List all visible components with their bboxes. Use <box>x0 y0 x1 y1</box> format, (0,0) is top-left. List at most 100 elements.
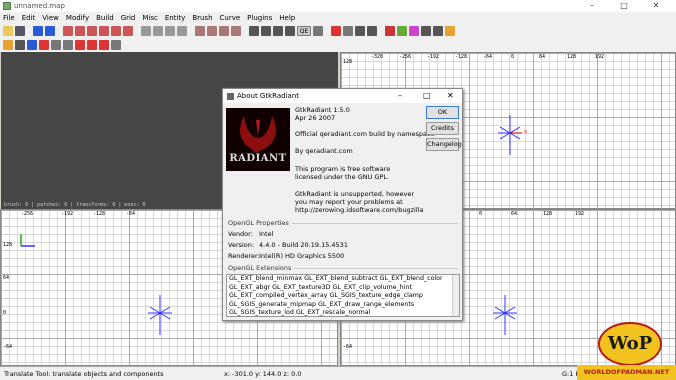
minimize-button[interactable]: – <box>580 0 604 12</box>
pref-icon[interactable] <box>15 40 25 50</box>
axis-x-label: x <box>524 129 528 135</box>
ruler-label: 0 <box>479 211 483 217</box>
ruler-label: -320 <box>371 54 384 60</box>
window-titlebar: unnamed.map <box>0 0 676 12</box>
ruler-label: 0 <box>511 54 515 60</box>
close-button[interactable]: ✕ <box>644 0 668 12</box>
camera-stats: brush: 0 | patches: 0 | transforms: 0 | … <box>4 202 146 208</box>
csg-subtract-icon[interactable] <box>195 26 205 36</box>
menu-grid[interactable]: Grid <box>121 14 136 22</box>
menu-help[interactable]: Help <box>279 14 295 22</box>
select-complete-icon[interactable] <box>177 26 187 36</box>
kill-connect-icon[interactable] <box>99 40 109 50</box>
dialog-minimize-button[interactable]: – <box>398 91 402 100</box>
changelog-button[interactable]: Changelog <box>426 138 462 151</box>
ruler-label: 128 <box>343 59 353 65</box>
origin-gizmo <box>148 295 172 335</box>
license-text-1: This program is free software <box>295 165 391 173</box>
scale-icon[interactable] <box>273 26 283 36</box>
rotate-x-icon[interactable] <box>75 26 85 36</box>
patch-bend-icon[interactable] <box>397 26 407 36</box>
unsupported-text-1: GtkRadiant is unsupported, however <box>295 190 414 198</box>
clip-mode-icon[interactable] <box>75 40 85 50</box>
patch-cap-icon[interactable] <box>433 26 443 36</box>
make-hollow-icon[interactable] <box>219 26 229 36</box>
translate-icon[interactable] <box>249 26 259 36</box>
toolbar-separator <box>57 26 61 36</box>
patch-icon[interactable] <box>385 26 395 36</box>
ruler-label: -64 <box>3 344 13 350</box>
patch-delete-icon[interactable] <box>421 26 431 36</box>
menu-view[interactable]: View <box>42 14 59 22</box>
undo-icon[interactable] <box>33 26 43 36</box>
rotate-y-icon[interactable] <box>99 26 109 36</box>
dialog-titlebar: About GtkRadiant – □ ✕ <box>223 89 462 103</box>
maximize-button[interactable]: □ <box>612 0 636 12</box>
save-icon[interactable] <box>15 26 25 36</box>
about-dialog: About GtkRadiant – □ ✕ RADIANT GtkRadian… <box>222 88 463 321</box>
camera-icon[interactable] <box>343 26 353 36</box>
origin-gizmo <box>493 295 517 335</box>
ruler-label: -64 <box>343 344 353 350</box>
ruler-label: 128 <box>543 211 553 217</box>
credits-button[interactable]: Credits <box>426 122 459 135</box>
dialog-title: About GtkRadiant <box>237 92 300 100</box>
status-bar: Translate Tool: translate objects and co… <box>0 366 676 380</box>
version-text: GtkRadiant 1.5.0 <box>295 106 350 114</box>
surface-inspector-icon[interactable] <box>331 26 341 36</box>
patch-insert-icon[interactable] <box>409 26 419 36</box>
toolbar-separator <box>379 26 383 36</box>
select-partial-icon[interactable] <box>165 26 175 36</box>
prefab-icon[interactable] <box>3 40 13 50</box>
dialog-close-button[interactable]: ✕ <box>447 91 454 100</box>
clipper-icon[interactable] <box>231 26 241 36</box>
gl-version-value: 4.4.0 - Build 20.19.15.4531 <box>259 241 348 249</box>
flip-x-icon[interactable] <box>63 26 73 36</box>
cube-icon[interactable] <box>39 40 49 50</box>
opengl-properties-group: OpenGL Properties <box>228 219 458 227</box>
qe-mode-button[interactable]: QE <box>297 26 311 36</box>
filter-icon[interactable] <box>63 40 73 50</box>
menu-plugins[interactable]: Plugins <box>247 14 272 22</box>
select-touching-icon[interactable] <box>141 26 151 36</box>
region-icon[interactable] <box>51 40 61 50</box>
menu-brush[interactable]: Brush <box>192 14 212 22</box>
extensions-list[interactable]: GL_EXT_blend_minmax GL_EXT_blend_subtrac… <box>226 274 460 317</box>
dialog-maximize-button[interactable]: □ <box>423 91 431 100</box>
list-item: GL_SGIS_texture_lod GL_EXT_rescale_norma… <box>229 309 371 316</box>
plugin-icon[interactable] <box>445 26 455 36</box>
origin-gizmo <box>498 115 522 155</box>
ruler-label: -256 <box>21 211 34 217</box>
rotate-z-icon[interactable] <box>123 26 133 36</box>
csg-merge-icon[interactable] <box>207 26 217 36</box>
extensions-scrollbar[interactable] <box>452 275 459 316</box>
menu-file[interactable]: File <box>3 14 15 22</box>
flip-y-icon[interactable] <box>87 26 97 36</box>
menu-modify[interactable]: Modify <box>66 14 89 22</box>
show-icon[interactable] <box>111 40 121 50</box>
ruler-label: 64 <box>539 54 546 60</box>
status-tool-text: Translate Tool: translate objects and co… <box>4 370 164 378</box>
toolbar-separator <box>27 26 31 36</box>
walk-icon[interactable] <box>27 40 37 50</box>
menu-curve[interactable]: Curve <box>220 14 241 22</box>
texture-icon[interactable] <box>367 26 377 36</box>
rotate-icon[interactable] <box>261 26 271 36</box>
ruler-label: 128 <box>3 242 13 248</box>
drag-mode-icon[interactable] <box>87 40 97 50</box>
toolbar-separator <box>243 26 247 36</box>
resize-icon[interactable] <box>285 26 295 36</box>
bugzilla-link[interactable]: http://zerowing.idsoftware.com/bugzilla <box>295 206 423 214</box>
vertex-mode-icon[interactable] <box>313 26 323 36</box>
redo-icon[interactable] <box>45 26 55 36</box>
menu-misc[interactable]: Misc <box>142 14 157 22</box>
menu-build[interactable]: Build <box>96 14 114 22</box>
entity-icon[interactable] <box>355 26 365 36</box>
flip-z-icon[interactable] <box>111 26 121 36</box>
renderer-label: Renderer: <box>228 252 260 260</box>
menu-edit[interactable]: Edit <box>22 14 36 22</box>
select-inside-icon[interactable] <box>153 26 163 36</box>
ok-button[interactable]: OK <box>426 106 459 119</box>
menu-entity[interactable]: Entity <box>165 14 185 22</box>
open-icon[interactable] <box>3 26 13 36</box>
